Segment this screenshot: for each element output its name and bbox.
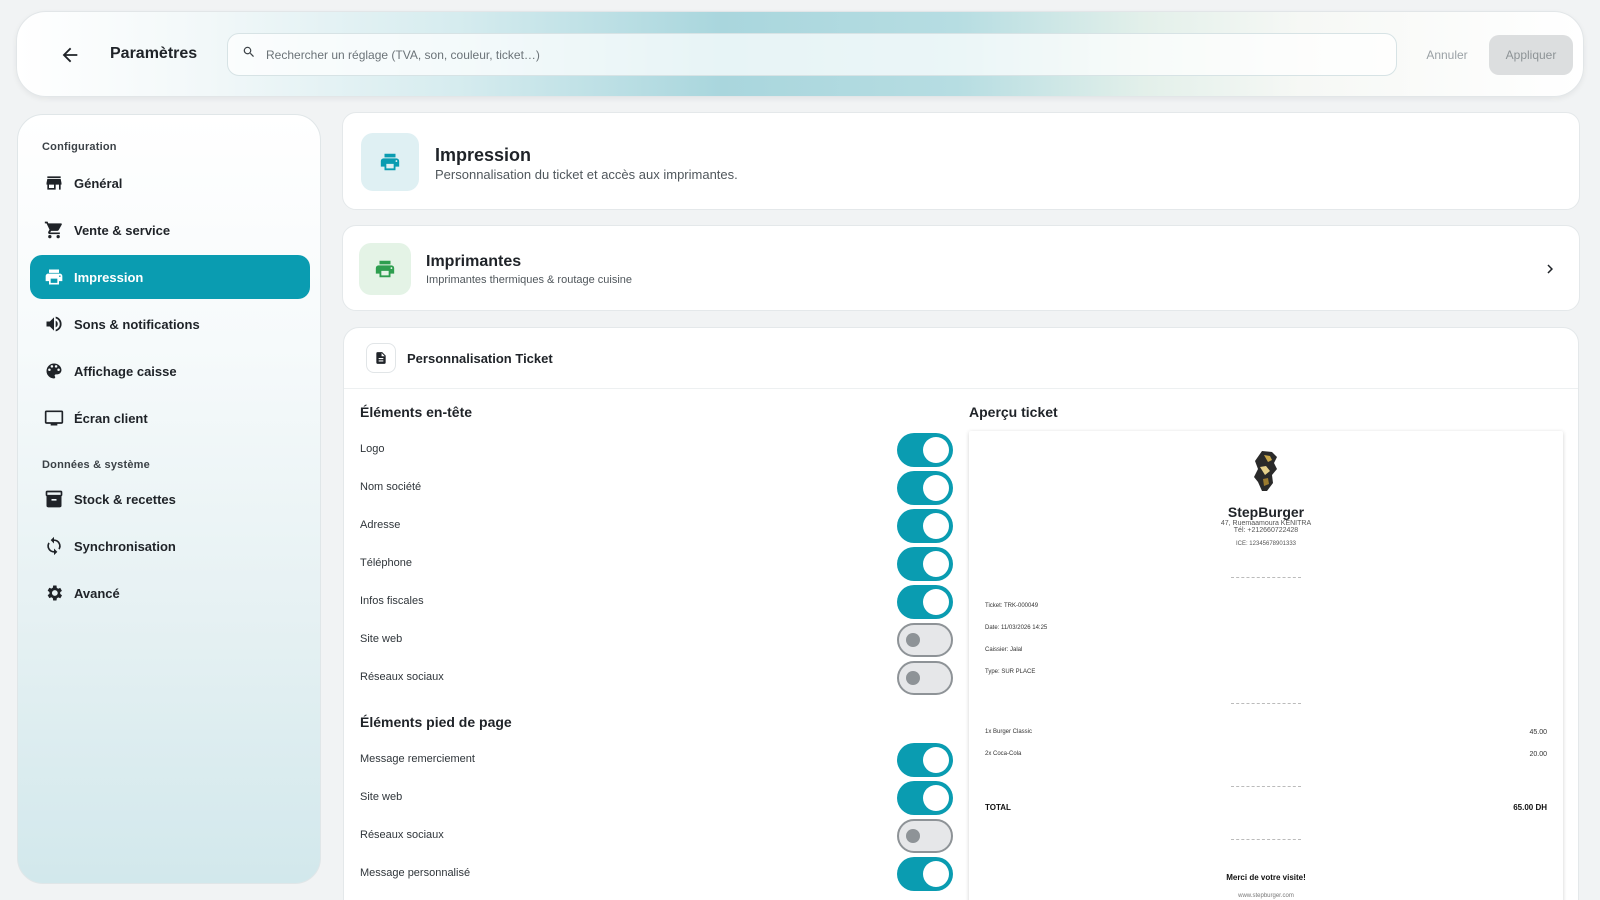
apply-button[interactable]: Appliquer xyxy=(1489,35,1573,75)
sidebar-item-label: Impression xyxy=(74,269,144,285)
sidebar-item-stock[interactable]: Stock & recettes xyxy=(30,477,310,521)
toggle-social-footer[interactable] xyxy=(897,819,953,853)
receipt-total-label: TOTAL xyxy=(985,803,1011,812)
sync-icon xyxy=(42,534,66,558)
preview-title: Aperçu ticket xyxy=(969,404,1058,420)
sidebar-item-sounds[interactable]: Sons & notifications xyxy=(30,302,310,346)
document-icon xyxy=(366,343,396,373)
toggle-thanks-message[interactable] xyxy=(897,743,953,777)
ticket-customization-card: Personnalisation Ticket Éléments en-tête… xyxy=(343,327,1579,900)
volume-icon xyxy=(42,312,66,336)
receipt-website: www.stepburger.com xyxy=(1238,893,1294,899)
toggle-label-social-footer: Réseaux sociaux xyxy=(360,829,444,841)
receipt-total-value: 65.00 DH xyxy=(1513,803,1547,812)
section-title: Impression xyxy=(435,145,532,165)
back-arrow-icon[interactable] xyxy=(55,40,85,70)
footer-elements-title: Éléments pied de page xyxy=(360,714,512,730)
receipt-divider xyxy=(1231,577,1301,578)
sidebar-item-label: Stock & recettes xyxy=(74,491,176,507)
cancel-button[interactable]: Annuler xyxy=(1417,34,1477,75)
toggle-label-thanks-message: Message remerciement xyxy=(360,753,475,765)
toggle-label-address: Adresse xyxy=(360,519,401,531)
toggle-company-name[interactable] xyxy=(897,471,953,505)
toggle-label-fiscal-info: Infos fiscales xyxy=(360,595,424,607)
sidebar-item-advanced[interactable]: Avancé xyxy=(30,571,310,615)
sidebar-item-general[interactable]: Général xyxy=(30,161,310,205)
toggle-label-website-header: Site web xyxy=(360,633,403,645)
sidebar-item-label: Avancé xyxy=(74,585,120,601)
toggle-phone[interactable] xyxy=(897,547,953,581)
receipt-cashier: Caissier: Jalal xyxy=(985,647,1023,653)
toggle-social-header[interactable] xyxy=(897,661,953,695)
sidebar-item-label: Sons & notifications xyxy=(74,316,200,332)
printer-icon xyxy=(359,243,411,295)
receipt-item-amount: 45.00 xyxy=(1529,729,1547,736)
receipt-divider xyxy=(1231,786,1301,787)
monitor-icon xyxy=(42,406,66,430)
printers-subtitle: Imprimantes thermiques & routage cuisine xyxy=(426,274,633,286)
receipt-divider xyxy=(1231,703,1301,704)
toggle-website-header[interactable] xyxy=(897,623,953,657)
toggle-custom-message[interactable] xyxy=(897,857,953,891)
receipt-ticket-number: Ticket: TRK-000049 xyxy=(985,603,1039,609)
receipt-item-amount: 20.00 xyxy=(1529,751,1547,758)
sidebar-item-label: Vente & service xyxy=(74,222,171,238)
ticket-preview: StepBurger 47, Ruemaamoura KENITRA Tél: … xyxy=(969,431,1563,900)
toggle-label-social-header: Réseaux sociaux xyxy=(360,671,444,683)
ticket-card-header: Personnalisation Ticket xyxy=(344,328,1578,389)
search-bar[interactable] xyxy=(227,33,1397,76)
section-label-configuration: Configuration xyxy=(42,141,117,153)
sidebar-item-label: Écran client xyxy=(74,410,148,426)
ticket-card-title: Personnalisation Ticket xyxy=(407,351,553,366)
impression-header-card: Impression Personnalisation du ticket et… xyxy=(342,112,1580,210)
sidebar-item-label: Général xyxy=(74,175,123,191)
printer-icon xyxy=(42,265,66,289)
printers-title: Imprimantes xyxy=(426,253,522,270)
sidebar-item-client-screen[interactable]: Écran client xyxy=(30,396,310,440)
sidebar-item-label: Affichage caisse xyxy=(74,363,177,379)
sidebar-item-impression[interactable]: Impression xyxy=(30,255,310,299)
archive-icon xyxy=(42,487,66,511)
sidebar-item-display[interactable]: Affichage caisse xyxy=(30,349,310,393)
toggle-website-footer[interactable] xyxy=(897,781,953,815)
search-icon xyxy=(242,45,256,64)
toggle-logo[interactable] xyxy=(897,433,953,467)
receipt-item-label: 2x Coca-Cola xyxy=(985,751,1022,757)
receipt-divider xyxy=(1231,839,1301,840)
toggle-label-website-footer: Site web xyxy=(360,791,403,803)
receipt-phone: Tél: +212660722428 xyxy=(1233,527,1299,534)
sidebar-item-sync[interactable]: Synchronisation xyxy=(30,524,310,568)
settings-sidebar: Configuration Général Vente & service Im… xyxy=(17,114,321,884)
printers-card[interactable]: Imprimantes Imprimantes thermiques & rou… xyxy=(342,225,1580,311)
page-title: Paramètres xyxy=(110,45,198,62)
cart-icon xyxy=(42,218,66,242)
toggle-label-company-name: Nom société xyxy=(360,481,422,493)
toggle-label-logo: Logo xyxy=(360,443,385,455)
chevron-right-icon[interactable] xyxy=(1537,256,1563,282)
toggle-address[interactable] xyxy=(897,509,953,543)
company-logo xyxy=(1254,451,1277,491)
receipt-ice: ICE: 12345678901333 xyxy=(1235,541,1297,547)
header-elements-title: Éléments en-tête xyxy=(360,404,473,420)
receipt-address: 47, Ruemaamoura KENITRA xyxy=(1220,520,1312,527)
top-bar: Paramètres Annuler Appliquer xyxy=(16,11,1584,97)
toggle-label-phone: Téléphone xyxy=(360,557,412,569)
toggle-label-custom-message: Message personnalisé xyxy=(360,867,471,879)
receipt-type: Type: SUR PLACE xyxy=(985,669,1036,675)
store-icon xyxy=(42,171,66,195)
receipt-company-name: StepBurger xyxy=(1227,504,1305,520)
sidebar-item-label: Synchronisation xyxy=(74,538,176,554)
gear-icon xyxy=(42,581,66,605)
sidebar-item-sale-service[interactable]: Vente & service xyxy=(30,208,310,252)
receipt-thanks: Merci de votre visite! xyxy=(1226,873,1306,882)
toggle-fiscal-info[interactable] xyxy=(897,585,953,619)
search-input[interactable] xyxy=(266,47,1366,62)
receipt-date: Date: 11/03/2026 14:25 xyxy=(985,625,1048,631)
receipt-item-label: 1x Burger Classic xyxy=(985,729,1033,735)
section-label-data-system: Données & système xyxy=(42,459,150,471)
section-subtitle: Personnalisation du ticket et accès aux … xyxy=(435,167,738,182)
printer-icon xyxy=(361,133,419,191)
palette-icon xyxy=(42,359,66,383)
